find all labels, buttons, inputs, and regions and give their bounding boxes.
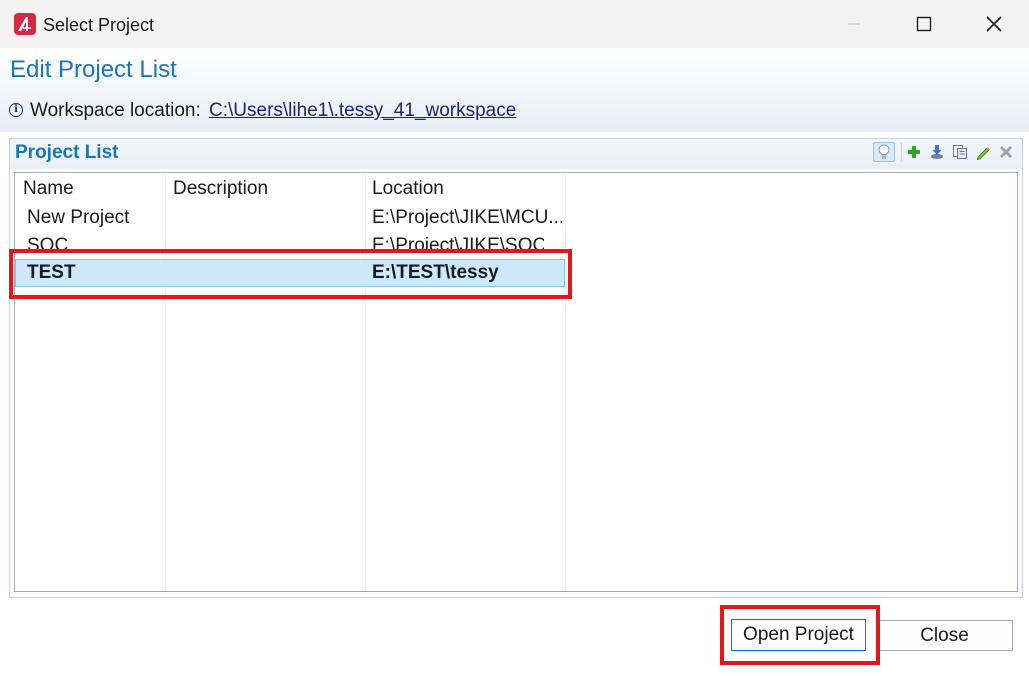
maximize-icon [916, 16, 932, 32]
copy-project-button[interactable] [950, 142, 970, 162]
window-title: Select Project [43, 15, 155, 35]
row-name: New Project [27, 207, 130, 228]
delete-project-button[interactable] [996, 142, 1016, 162]
import-icon [931, 145, 943, 159]
column-divider [565, 173, 566, 591]
row-description [173, 235, 358, 249]
row-location: E:\Project\JIKE\SOC\... [372, 235, 544, 249]
column-header-name[interactable]: Name [23, 178, 74, 200]
app-logo-icon [14, 13, 36, 35]
minimize-icon [848, 23, 860, 25]
workspace-label: Workspace location: [30, 100, 201, 121]
column-header-location[interactable]: Location [372, 178, 444, 200]
close-window-button[interactable] [958, 0, 1029, 48]
info-icon: i [9, 103, 23, 117]
lightbulb-icon [878, 144, 890, 159]
minimize-button[interactable] [818, 0, 890, 48]
add-icon [908, 146, 920, 158]
close-icon [986, 16, 1002, 32]
highlight-annotation [9, 249, 572, 299]
workspace-path-link[interactable]: C:\Users\lihe1\.tessy_41_workspace [209, 99, 516, 123]
page-title: Edit Project List [10, 56, 177, 83]
column-header-description[interactable]: Description [173, 178, 268, 200]
toolbar-separator [901, 143, 902, 161]
toggle-hints-button[interactable] [873, 142, 895, 162]
close-button[interactable]: Close [876, 620, 1013, 651]
maximize-button[interactable] [888, 0, 960, 48]
row-name: SOC [27, 235, 69, 249]
project-list-title: Project List [15, 142, 119, 163]
copy-icon [953, 145, 967, 159]
delete-icon [999, 145, 1013, 159]
row-location: E:\Project\JIKE\MCU... [372, 207, 562, 228]
add-project-button[interactable] [904, 142, 924, 162]
edit-icon [976, 147, 990, 160]
import-project-button[interactable] [927, 142, 947, 162]
highlight-annotation [720, 605, 880, 665]
edit-project-button[interactable] [973, 142, 993, 162]
project-list-header [10, 139, 1022, 169]
